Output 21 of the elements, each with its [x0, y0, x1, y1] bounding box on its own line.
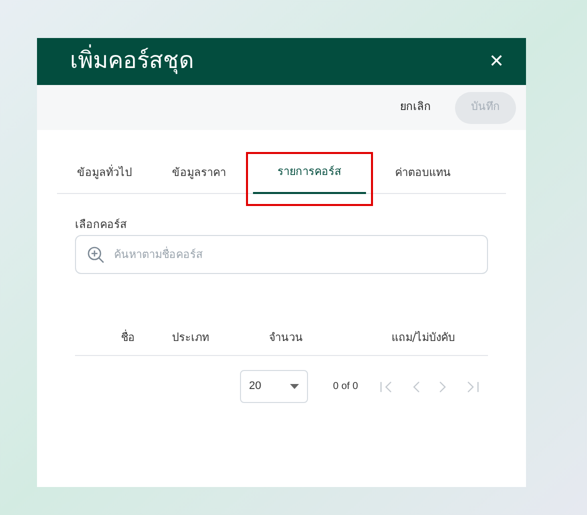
column-header: ชื่อ — [120, 330, 135, 346]
column-header: แถม/ไม่บังคับ — [391, 330, 456, 346]
tab[interactable]: ข้อมูลราคา — [152, 152, 246, 194]
dropdown-caret-icon — [290, 384, 299, 389]
page-size-select[interactable]: 20 — [240, 370, 308, 403]
page-range: 0 of 0 — [333, 380, 358, 394]
search-field[interactable]: ค้นหาตามชื่อคอร์ส — [75, 235, 488, 274]
tab[interactable]: ค่าตอบแทน — [373, 152, 473, 194]
tab[interactable]: รายการคอร์ส — [253, 152, 366, 194]
first-page-icon[interactable] — [380, 380, 394, 392]
column-header: จำนวน — [269, 330, 304, 346]
last-page-icon[interactable] — [466, 380, 480, 392]
close-button[interactable]: ✕ — [485, 48, 508, 75]
field-label: เลือกคอร์ส — [75, 218, 128, 232]
next-page-icon[interactable] — [439, 380, 448, 392]
column-header: ประเภท — [171, 330, 210, 346]
previous-page-icon[interactable] — [412, 380, 420, 392]
dialog-title: เพิ่มคอร์สชุด — [70, 44, 194, 79]
tab[interactable]: ข้อมูลทั่วไป — [57, 152, 152, 194]
cancel-button[interactable]: ยกเลิก — [392, 92, 439, 124]
zoom-in-icon — [87, 246, 105, 264]
